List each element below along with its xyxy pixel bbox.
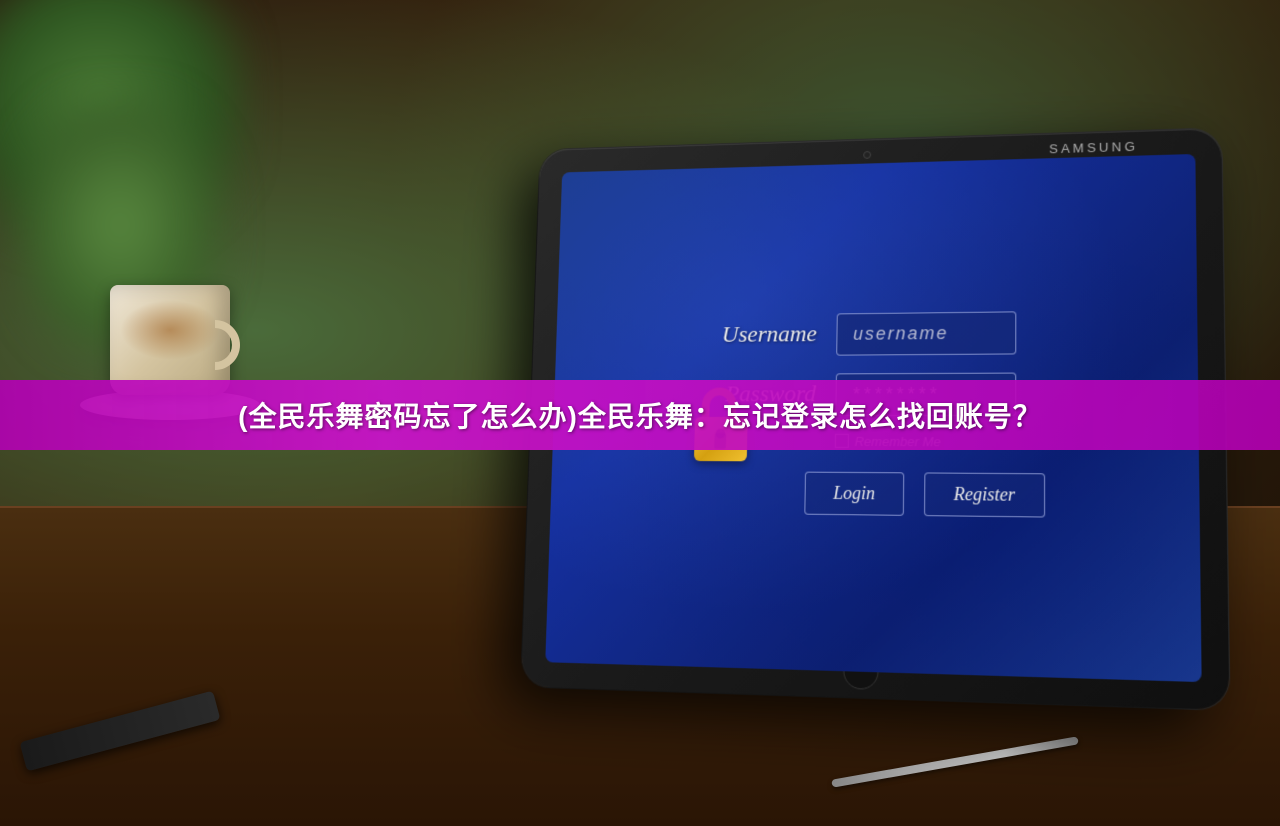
- banner-overlay: (全民乐舞密码忘了怎么办)全民乐舞：忘记登录怎么找回账号？: [0, 380, 1280, 450]
- camera-dot: [863, 151, 871, 159]
- register-button[interactable]: Register: [924, 472, 1045, 517]
- cup: [110, 285, 230, 395]
- cup-handle: [215, 320, 240, 370]
- login-button[interactable]: Login: [804, 471, 904, 515]
- username-row: Username username: [692, 311, 1017, 356]
- brand-label: SAMSUNG: [1049, 139, 1138, 156]
- username-label: Username: [692, 321, 817, 348]
- username-input[interactable]: username: [836, 311, 1016, 355]
- banner-text: (全民乐舞密码忘了怎么办)全民乐舞：忘记登录怎么找回账号？: [238, 395, 1042, 435]
- buttons-row: Login Register: [804, 471, 1045, 517]
